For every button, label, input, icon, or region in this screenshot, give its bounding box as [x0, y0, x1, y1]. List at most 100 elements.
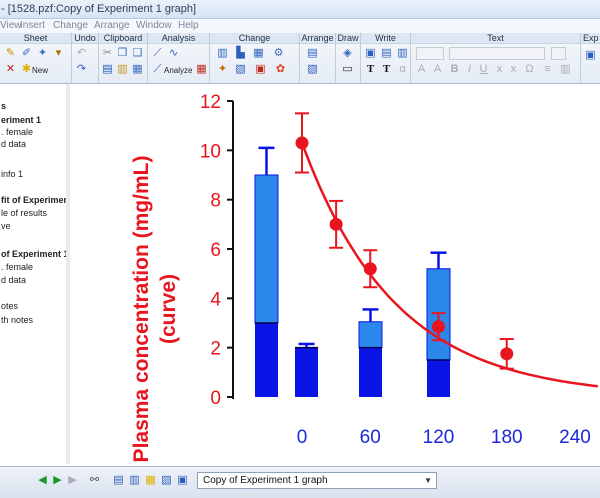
clipboard-group-label: Clipboard: [99, 33, 147, 44]
cut-icon[interactable]: ✂: [101, 47, 114, 60]
menu-arrange[interactable]: Arrange: [94, 20, 130, 31]
export-icon[interactable]: ▣: [584, 49, 597, 62]
data-table-icon[interactable]: ▤: [112, 474, 125, 487]
underline-icon[interactable]: U: [477, 63, 490, 76]
format-graph-icon[interactable]: ▦: [252, 47, 265, 60]
menu-insert[interactable]: Insert: [20, 20, 45, 31]
graph-sheet-icon[interactable]: ▧: [160, 474, 173, 487]
copy-icon[interactable]: ❐: [116, 47, 129, 60]
wand-icon[interactable]: ✦: [36, 47, 49, 60]
nav-item[interactable]: ve: [1, 221, 11, 231]
analyze-chart-icon[interactable]: ⟋: [151, 63, 164, 76]
y-axis-label: Plasma concentration (mg/mL): [130, 156, 153, 463]
menu-view[interactable]: View: [0, 20, 22, 31]
y-tick-label: 8: [210, 191, 221, 212]
link-icon[interactable]: ⚯: [88, 474, 101, 487]
dropdown-icon[interactable]: ▾: [52, 47, 65, 60]
order-icon[interactable]: ▧: [306, 63, 319, 76]
palette-icon[interactable]: ✿: [274, 63, 287, 76]
title-bar: - [1528.pzf:Copy of Experiment 1 graph]: [0, 0, 600, 19]
redo-icon[interactable]: ↷: [75, 63, 88, 76]
y-tick-label: 2: [210, 339, 221, 360]
symbol-icon[interactable]: α: [396, 63, 409, 76]
paste-icon[interactable]: ▤: [101, 63, 114, 76]
align-text-icon[interactable]: ≡: [541, 63, 554, 76]
nav-item[interactable]: . female: [1, 127, 33, 137]
sheet-name-select[interactable]: Copy of Experiment 1 graph ▼: [197, 472, 437, 489]
graph-type-icon[interactable]: ▥: [216, 47, 229, 60]
font-name-select[interactable]: [416, 47, 444, 60]
undo-icon[interactable]: ↶: [75, 47, 88, 60]
align-icon[interactable]: ▤: [306, 47, 319, 60]
nav-item[interactable]: d data: [1, 139, 26, 149]
bar-lower-segment: [295, 347, 318, 397]
chevron-down-icon: ▼: [424, 476, 432, 485]
ribbon-toolbar: Sheet ✎ ✐ ✦ ▾ ✕ ✱ New Undo ↶ ↷ Clipboard…: [0, 33, 600, 84]
menu-window[interactable]: Window: [136, 20, 172, 31]
nav-item[interactable]: s: [1, 101, 6, 111]
paste-link-icon[interactable]: ▦: [131, 63, 144, 76]
grow-font-icon[interactable]: A: [415, 63, 428, 76]
forward-arrow-icon[interactable]: ▶: [51, 474, 64, 487]
nav-item[interactable]: eriment 1: [1, 115, 41, 125]
nav-item[interactable]: d data: [1, 275, 26, 285]
new-button[interactable]: New: [32, 66, 48, 75]
data-sets-icon[interactable]: ⚙: [272, 47, 285, 60]
results-sheet-icon[interactable]: ▦: [144, 474, 157, 487]
analyze-button[interactable]: Analyze: [164, 66, 192, 75]
embed-icon[interactable]: ▥: [396, 47, 409, 60]
italic-icon[interactable]: I: [463, 63, 476, 76]
more-text-icon[interactable]: ▥: [559, 63, 572, 76]
pencil-icon[interactable]: ✎: [4, 47, 17, 60]
copy-format-icon[interactable]: ❏: [131, 47, 144, 60]
x-tick-label: 60: [360, 427, 381, 448]
menu-help[interactable]: Help: [178, 20, 199, 31]
superscript-icon[interactable]: x: [493, 63, 506, 76]
chart-line-icon[interactable]: ⟋: [151, 47, 164, 60]
paste-special-icon[interactable]: ▥: [116, 63, 129, 76]
back-arrow-icon[interactable]: ◀: [36, 474, 49, 487]
font-color-select[interactable]: [551, 47, 566, 60]
write-group: Write ▣ ▤ ▥ T T α: [361, 33, 411, 83]
rectangle-icon[interactable]: ▭: [341, 63, 354, 76]
text-box-icon[interactable]: ▣: [364, 47, 377, 60]
table-icon[interactable]: ▤: [380, 47, 393, 60]
shrink-font-icon[interactable]: A: [431, 63, 444, 76]
menu-change[interactable]: Change: [53, 20, 88, 31]
chart-svg: Plasma concentration (mg/mL) (curve) 024…: [130, 92, 598, 463]
nav-item[interactable]: le of results: [1, 208, 47, 218]
results-table-icon[interactable]: ▦: [195, 63, 208, 76]
nav-item[interactable]: otes: [1, 301, 18, 311]
magic-icon[interactable]: ✦: [216, 63, 229, 76]
bold-icon[interactable]: B: [448, 63, 461, 76]
next-sheet-icon[interactable]: ▶: [66, 474, 79, 487]
draw-group: Draw ◈ ▭: [336, 33, 361, 83]
bar-lower-segment: [359, 347, 382, 397]
edit-icon[interactable]: ✐: [20, 47, 33, 60]
scale-icon[interactable]: ▧: [234, 63, 247, 76]
delete-icon[interactable]: ✕: [4, 63, 17, 76]
info-sheet-icon[interactable]: ▥: [128, 474, 141, 487]
undo-group: Undo ↶ ↷: [72, 33, 99, 83]
nav-item[interactable]: th notes: [1, 315, 33, 325]
analysis-group: Analysis ⟋ ∿ ⟋ Analyze ▦: [148, 33, 210, 83]
nav-item[interactable]: . female: [1, 262, 33, 272]
data-point: [432, 320, 445, 334]
y-tick-label: 10: [200, 141, 221, 162]
text-icon[interactable]: T: [364, 63, 377, 76]
chart-curve-icon[interactable]: ∿: [167, 47, 180, 60]
bar-lower-segment: [427, 360, 450, 397]
color-scheme-icon[interactable]: ▣: [254, 63, 267, 76]
layout-sheet-icon[interactable]: ▣: [176, 474, 189, 487]
subscript-icon[interactable]: x: [507, 63, 520, 76]
shape-icon[interactable]: ◈: [341, 47, 354, 60]
bar-lower-segment: [255, 323, 278, 397]
nav-item[interactable]: info 1: [1, 169, 23, 179]
write-group-label: Write: [361, 33, 410, 44]
text-frame-icon[interactable]: T: [380, 63, 393, 76]
nav-item[interactable]: fit of Experimer: [1, 195, 67, 205]
font-size-select[interactable]: [449, 47, 545, 60]
axis-icon[interactable]: ▙: [234, 47, 247, 60]
greek-icon[interactable]: Ω: [523, 63, 536, 76]
sheet-group-label: Sheet: [0, 33, 71, 44]
